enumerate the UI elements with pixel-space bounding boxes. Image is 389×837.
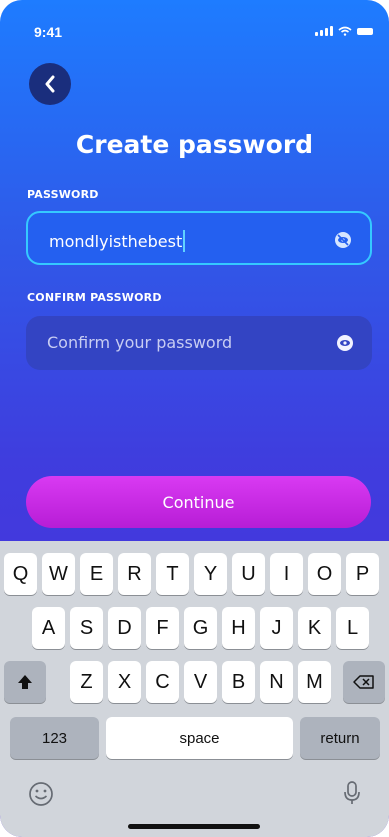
key-b[interactable]: B bbox=[222, 661, 255, 703]
key-i[interactable]: I bbox=[270, 553, 303, 595]
key-o[interactable]: O bbox=[308, 553, 341, 595]
key-p[interactable]: P bbox=[346, 553, 379, 595]
key-c[interactable]: C bbox=[146, 661, 179, 703]
shift-arrow-icon bbox=[18, 675, 32, 689]
text-caret bbox=[183, 230, 186, 252]
keyboard-row-1: Q W E R T Y U I O P bbox=[0, 553, 389, 595]
key-e[interactable]: E bbox=[80, 553, 113, 595]
key-j[interactable]: J bbox=[260, 607, 293, 649]
confirm-password-field[interactable]: Confirm your password bbox=[26, 316, 372, 370]
key-d[interactable]: D bbox=[108, 607, 141, 649]
key-v[interactable]: V bbox=[184, 661, 217, 703]
key-q[interactable]: Q bbox=[4, 553, 37, 595]
home-indicator bbox=[128, 824, 260, 829]
return-key[interactable]: return bbox=[300, 717, 380, 759]
eye-icon[interactable] bbox=[336, 334, 354, 352]
status-bar: 9:41 bbox=[0, 0, 389, 40]
key-s[interactable]: S bbox=[70, 607, 103, 649]
delete-key[interactable] bbox=[343, 661, 385, 703]
key-w[interactable]: W bbox=[42, 553, 75, 595]
keyboard-row-3: Z X C V B N M bbox=[0, 661, 389, 703]
key-f[interactable]: F bbox=[146, 607, 179, 649]
confirm-password-placeholder: Confirm your password bbox=[47, 333, 233, 352]
space-key[interactable]: space bbox=[106, 717, 293, 759]
key-a[interactable]: A bbox=[32, 607, 65, 649]
key-z[interactable]: Z bbox=[70, 661, 103, 703]
password-field[interactable]: mondlyisthebest bbox=[26, 211, 372, 265]
keyboard-row-2: A S D F G H J K L bbox=[0, 607, 389, 649]
back-button[interactable] bbox=[29, 63, 71, 105]
shift-key[interactable] bbox=[4, 661, 46, 703]
numbers-key[interactable]: 123 bbox=[10, 717, 99, 759]
key-r[interactable]: R bbox=[118, 553, 151, 595]
keyboard: Q W E R T Y U I O P A S D F G H J K L Z … bbox=[0, 541, 389, 837]
key-y[interactable]: Y bbox=[194, 553, 227, 595]
emoji-icon[interactable] bbox=[28, 781, 54, 807]
key-k[interactable]: K bbox=[298, 607, 331, 649]
signal-icon bbox=[315, 26, 333, 36]
password-input-value[interactable]: mondlyisthebest bbox=[49, 230, 186, 252]
password-label: PASSWORD bbox=[27, 188, 99, 201]
eye-slash-icon[interactable] bbox=[334, 231, 352, 249]
password-text: mondlyisthebest bbox=[49, 232, 183, 251]
key-m[interactable]: M bbox=[298, 661, 331, 703]
wifi-icon bbox=[338, 26, 352, 36]
key-g[interactable]: G bbox=[184, 607, 217, 649]
status-time: 9:41 bbox=[34, 24, 63, 40]
continue-button[interactable]: Continue bbox=[26, 476, 371, 528]
status-icons bbox=[315, 26, 373, 36]
page-title: Create password bbox=[75, 130, 314, 159]
phone-screen: 9:41 Create password PASSWORD mondlyisth… bbox=[0, 0, 389, 837]
key-n[interactable]: N bbox=[260, 661, 293, 703]
battery-icon bbox=[357, 28, 373, 35]
key-x[interactable]: X bbox=[108, 661, 141, 703]
chevron-left-icon bbox=[45, 75, 55, 93]
key-h[interactable]: H bbox=[222, 607, 255, 649]
backspace-icon bbox=[353, 675, 374, 689]
confirm-password-label: CONFIRM PASSWORD bbox=[27, 291, 162, 304]
key-t[interactable]: T bbox=[156, 553, 189, 595]
key-u[interactable]: U bbox=[232, 553, 265, 595]
key-l[interactable]: L bbox=[336, 607, 369, 649]
microphone-icon[interactable] bbox=[343, 780, 361, 806]
keyboard-row-4: 123 space return bbox=[0, 717, 389, 759]
